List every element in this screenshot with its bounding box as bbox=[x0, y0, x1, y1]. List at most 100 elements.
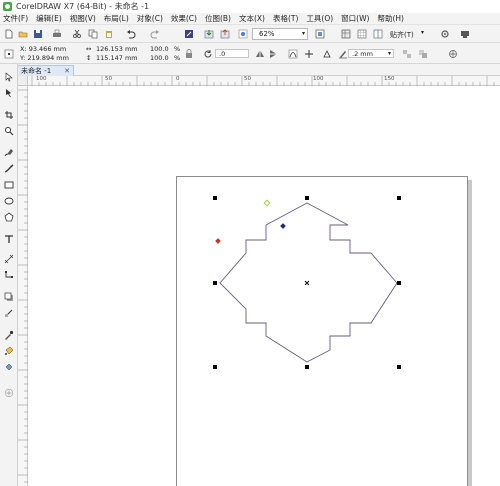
ellipse-tool-icon[interactable] bbox=[4, 196, 14, 206]
selection-handle-top-left[interactable] bbox=[213, 196, 217, 200]
add-node-icon[interactable] bbox=[304, 49, 314, 59]
smart-fill-tool-icon[interactable] bbox=[4, 362, 14, 372]
crop-tool-icon[interactable] bbox=[4, 110, 14, 120]
y-position-field[interactable]: Y: 219.894 mm bbox=[20, 54, 69, 62]
eyedropper-tool-icon[interactable] bbox=[4, 330, 14, 340]
selection-handle-bottom-center[interactable] bbox=[305, 365, 309, 369]
polygon-tool-icon[interactable] bbox=[4, 212, 14, 222]
scale-x-field[interactable]: 100.0 bbox=[150, 45, 169, 53]
interactive-fill-tool-icon[interactable] bbox=[4, 346, 14, 356]
x-position-field[interactable]: X: 93.466 mm bbox=[20, 45, 66, 53]
publish-pdf-icon[interactable] bbox=[238, 29, 248, 39]
artistic-media-tool-icon[interactable] bbox=[4, 164, 14, 174]
menu-tools[interactable]: 工具(O) bbox=[306, 13, 333, 24]
snap-chevron-down-icon[interactable]: ▾ bbox=[421, 29, 424, 36]
selection-handle-top-right[interactable] bbox=[397, 196, 401, 200]
width-field[interactable]: 126.153 mm bbox=[96, 45, 138, 53]
copy-icon[interactable] bbox=[88, 29, 98, 39]
menu-table[interactable]: 表格(T) bbox=[273, 13, 298, 24]
full-screen-preview-icon[interactable] bbox=[315, 29, 325, 39]
paste-icon[interactable] bbox=[104, 29, 114, 39]
combine-icon[interactable] bbox=[418, 49, 428, 59]
scale-y-field[interactable]: 100.0 bbox=[150, 54, 169, 62]
rotation-angle-field[interactable]: .0 bbox=[215, 49, 249, 58]
transparency-tool-icon[interactable] bbox=[4, 308, 14, 318]
drawing-layer bbox=[213, 196, 401, 369]
show-grid-icon[interactable] bbox=[357, 29, 367, 39]
zoom-tool-icon[interactable] bbox=[4, 126, 14, 136]
add-frame-icon[interactable] bbox=[448, 49, 458, 59]
mirror-horizontal-icon[interactable] bbox=[255, 49, 265, 59]
menu-layout[interactable]: 布局(L) bbox=[104, 13, 129, 24]
selected-shape-outline[interactable] bbox=[219, 202, 398, 363]
zoom-level-select[interactable]: 62% ▾ bbox=[252, 28, 308, 40]
text-tool-icon[interactable] bbox=[4, 234, 14, 244]
pick-tool-icon[interactable] bbox=[4, 72, 14, 82]
selection-handle-middle-right[interactable] bbox=[397, 281, 401, 285]
application-launcher-icon[interactable] bbox=[460, 29, 470, 39]
convert-to-curves-icon[interactable] bbox=[288, 49, 298, 59]
menu-help[interactable]: 帮助(H) bbox=[377, 13, 404, 24]
ruler-origin[interactable] bbox=[18, 76, 28, 86]
rotate-icon bbox=[204, 50, 212, 58]
selection-handle-bottom-right[interactable] bbox=[397, 365, 401, 369]
center-cross-icon[interactable] bbox=[304, 280, 310, 286]
menu-effects[interactable]: 效果(C) bbox=[171, 13, 197, 24]
show-guidelines-icon[interactable] bbox=[373, 29, 383, 39]
vertical-ruler[interactable] bbox=[18, 86, 28, 486]
connector-tool-icon[interactable] bbox=[4, 270, 14, 280]
break-apart-icon[interactable] bbox=[402, 49, 412, 59]
scale-x-unit: % bbox=[174, 45, 181, 53]
open-folder-icon[interactable] bbox=[18, 29, 28, 39]
snap-to-menu[interactable]: 贴齐(T) bbox=[390, 30, 414, 40]
document-tab[interactable]: 未命名 -1 ✕ bbox=[16, 65, 74, 76]
add-tool-icon[interactable] bbox=[4, 388, 14, 398]
shape-tool-icon[interactable] bbox=[4, 88, 14, 98]
undo-icon[interactable] bbox=[126, 29, 136, 39]
ruler-label: 0 bbox=[176, 76, 180, 82]
red-diamond-node[interactable] bbox=[215, 238, 221, 244]
navy-diamond-node[interactable] bbox=[280, 223, 286, 229]
options-gear-icon[interactable] bbox=[440, 29, 450, 39]
ruler-label: 50 bbox=[244, 76, 251, 82]
menu-text[interactable]: 文本(X) bbox=[239, 13, 265, 24]
show-rulers-icon[interactable] bbox=[341, 29, 351, 39]
green-diamond-node[interactable] bbox=[263, 199, 271, 207]
drop-shadow-tool-icon[interactable] bbox=[4, 292, 14, 302]
selection-handle-bottom-left[interactable] bbox=[213, 365, 217, 369]
document-tab-bar: 未命名 -1 ✕ bbox=[0, 64, 500, 76]
new-document-icon[interactable] bbox=[4, 29, 14, 39]
print-icon[interactable] bbox=[52, 29, 62, 39]
search-content-icon[interactable] bbox=[184, 29, 194, 39]
menu-bar: 文件(F) 编辑(E) 视图(V) 布局(L) 对象(C) 效果(C) 位图(B… bbox=[0, 13, 500, 25]
toolbox bbox=[0, 64, 18, 486]
chevron-down-icon: ▾ bbox=[301, 30, 305, 37]
mirror-vertical-icon[interactable] bbox=[268, 49, 278, 59]
redo-icon[interactable] bbox=[150, 29, 160, 39]
height-field[interactable]: 115.147 mm bbox=[96, 54, 138, 62]
horizontal-ruler[interactable]: 100 50 0 50 100 150 bbox=[28, 76, 500, 86]
lock-ratio-icon[interactable] bbox=[184, 49, 194, 59]
menu-file[interactable]: 文件(F) bbox=[3, 13, 28, 24]
close-tab-icon[interactable]: ✕ bbox=[64, 66, 70, 76]
menu-view[interactable]: 视图(V) bbox=[70, 13, 96, 24]
horizontal-ruler-ticks bbox=[31, 76, 495, 86]
object-origin-icon[interactable] bbox=[4, 49, 14, 59]
drawing-canvas[interactable] bbox=[28, 86, 500, 486]
export-icon[interactable] bbox=[220, 29, 230, 39]
selection-handle-top-center[interactable] bbox=[305, 196, 309, 200]
selection-handle-middle-left[interactable] bbox=[213, 281, 217, 285]
outline-pen-icon bbox=[339, 51, 347, 59]
outline-width-select[interactable]: .2 mm ▾ bbox=[348, 49, 394, 58]
menu-bitmaps[interactable]: 位图(B) bbox=[205, 13, 231, 24]
cut-icon[interactable] bbox=[72, 29, 82, 39]
rectangle-tool-icon[interactable] bbox=[4, 180, 14, 190]
parallel-dimension-tool-icon[interactable] bbox=[4, 254, 14, 264]
save-icon[interactable] bbox=[33, 29, 43, 39]
menu-edit[interactable]: 编辑(E) bbox=[36, 13, 62, 24]
close-curve-icon[interactable] bbox=[322, 49, 332, 59]
menu-object[interactable]: 对象(C) bbox=[137, 13, 163, 24]
menu-window[interactable]: 窗口(W) bbox=[341, 13, 369, 24]
freehand-tool-icon[interactable] bbox=[4, 148, 14, 158]
import-icon[interactable] bbox=[204, 29, 214, 39]
